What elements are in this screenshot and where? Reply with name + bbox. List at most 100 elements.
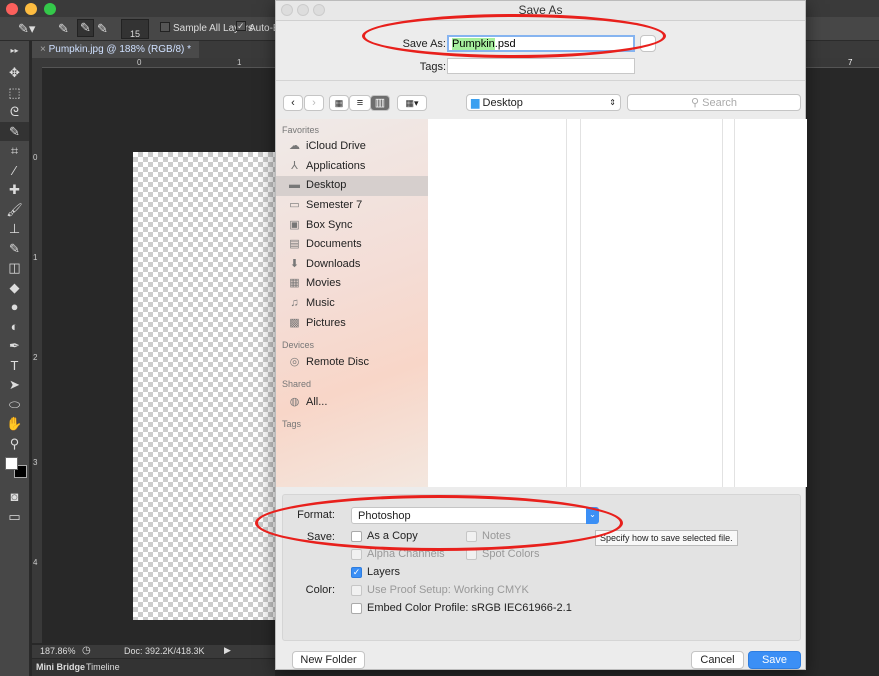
desktop-icon: ▬: [289, 179, 300, 192]
blur-tool-icon[interactable]: ●: [0, 297, 29, 317]
sidebar-item-icloud-drive[interactable]: ☁ iCloud Drive: [276, 137, 428, 157]
screen-mode-icon[interactable]: ▭: [0, 507, 29, 527]
tools-panel: ▸▸ ✥ ⬚ ᘓ ✎ ⌗ ⁄ ✚ 🖌 ⊥ ✎ ◫ ◆ ● ◐ ✒ T ➤ ⬭ ✋…: [0, 41, 30, 676]
annotation-ellipse-filename: [362, 14, 666, 58]
sidebar-item-music[interactable]: ♫ Music: [276, 294, 428, 314]
crop-tool-icon[interactable]: ⌗: [0, 141, 29, 161]
pictures-icon: ▩: [289, 316, 300, 329]
brush-tool-icon[interactable]: 🖌: [0, 200, 29, 220]
network-icon: ◍: [289, 395, 300, 408]
path-selection-icon[interactable]: ➤: [0, 375, 29, 395]
sidebar: Favorites ☁ iCloud Drive ⅄ Applications ▬ Des…: [276, 119, 428, 487]
status-refresh-icon[interactable]: ◷: [82, 645, 91, 656]
zoom-tool-icon[interactable]: ⚲: [0, 434, 29, 454]
vertical-ruler: 0 1 2 3 4: [32, 58, 42, 643]
sidebar-item-all[interactable]: ◍ All...: [276, 393, 428, 413]
folder-icon: ▆: [471, 97, 480, 109]
sidebar-item-label: Remote Disc: [306, 356, 369, 369]
close-window-button[interactable]: [6, 3, 18, 15]
new-folder-button[interactable]: New Folder: [292, 651, 365, 669]
healing-tool-icon[interactable]: ✚: [0, 180, 29, 200]
doc-size: Doc: 392.2K/418.3K: [124, 646, 205, 656]
tags-input[interactable]: [447, 58, 635, 74]
quick-selection-preset-icon[interactable]: ✎▾: [18, 21, 35, 37]
annotation-ellipse-format: [255, 495, 623, 551]
sidebar-item-movies[interactable]: ▦ Movies: [276, 274, 428, 294]
sidebar-item-label: Semester 7: [306, 199, 363, 212]
cancel-button[interactable]: Cancel: [691, 651, 744, 669]
sidebar-item-documents[interactable]: ▤ Documents: [276, 235, 428, 255]
documents-icon: ▤: [289, 238, 300, 251]
sidebar-item-label: iCloud Drive: [306, 140, 366, 153]
movies-icon: ▦: [289, 277, 300, 290]
disc-icon: ◎: [289, 356, 300, 369]
sidebar-item-label: Movies: [306, 277, 341, 290]
sidebar-item-applications[interactable]: ⅄ Applications: [276, 157, 428, 177]
column-view-button[interactable]: ▥: [370, 95, 390, 111]
transparent-canvas[interactable]: [133, 152, 275, 620]
tab-mini-bridge[interactable]: Mini Bridge: [36, 662, 85, 672]
document-tab[interactable]: × Pumpkin.jpg @ 188% (RGB/8) *: [32, 41, 200, 58]
layers-checkbox[interactable]: ✓ Layers: [351, 566, 400, 578]
hand-tool-icon[interactable]: ✋: [0, 414, 29, 434]
applications-icon: ⅄: [291, 159, 298, 172]
status-bar: 187.86% ◷ Doc: 392.2K/418.3K ▶: [32, 645, 275, 658]
save-button[interactable]: Save: [748, 651, 801, 669]
quick-selection-tool-icon[interactable]: ✎: [0, 121, 29, 141]
arrange-button[interactable]: ▦▾: [397, 95, 427, 111]
minimize-window-button[interactable]: [25, 3, 37, 15]
quick-mask-icon[interactable]: ◙: [0, 487, 29, 507]
tab-timeline[interactable]: Timeline: [86, 662, 120, 672]
downloads-icon: ⬇: [289, 257, 300, 270]
subtract-selection-icon[interactable]: ✎: [97, 21, 108, 37]
eyedropper-tool-icon[interactable]: ⁄: [0, 161, 29, 181]
icon-view-button[interactable]: ▦: [329, 95, 349, 111]
sample-all-layers-checkbox[interactable]: [160, 22, 170, 32]
location-dropdown[interactable]: ▆ Desktop ⇕: [466, 94, 621, 111]
sidebar-item-label: All...: [306, 395, 328, 408]
move-tool-icon[interactable]: ✥: [0, 63, 29, 83]
sidebar-item-label: Music: [306, 297, 335, 310]
pen-tool-icon[interactable]: ✒: [0, 336, 29, 356]
sidebar-item-label: Downloads: [306, 257, 361, 270]
zoom-level[interactable]: 187.86%: [40, 646, 76, 656]
brush-size-picker[interactable]: 15: [121, 19, 149, 39]
search-icon: ⚲: [691, 97, 700, 109]
list-view-button[interactable]: ≡: [349, 95, 371, 111]
embed-color-profile-checkbox[interactable]: Embed Color Profile: sRGB IEC61966-2.1: [351, 602, 572, 614]
paint-bucket-icon[interactable]: ◆: [0, 278, 29, 298]
history-brush-icon[interactable]: ✎: [0, 239, 29, 259]
new-selection-icon[interactable]: ✎: [58, 21, 69, 37]
sidebar-item-label: Box Sync: [306, 218, 353, 231]
search-field[interactable]: ⚲ Search: [627, 94, 801, 111]
auto-enhance-checkbox[interactable]: ✓: [236, 21, 246, 31]
type-tool-icon[interactable]: T: [0, 356, 29, 376]
box-icon: ▣: [289, 218, 300, 231]
sidebar-item-downloads[interactable]: ⬇ Downloads: [276, 255, 428, 275]
sidebar-item-pictures[interactable]: ▩ Pictures: [276, 313, 428, 333]
sidebar-item-semester-7[interactable]: ▭ Semester 7: [276, 196, 428, 216]
sidebar-item-remote-disc[interactable]: ◎ Remote Disc: [276, 353, 428, 373]
lasso-tool-icon[interactable]: ᘓ: [0, 102, 29, 122]
sidebar-item-label: Desktop: [306, 179, 347, 192]
sidebar-item-box-sync[interactable]: ▣ Box Sync: [276, 215, 428, 235]
status-menu-arrow-icon[interactable]: ▶: [224, 645, 231, 656]
bottom-panel-tabs: Mini Bridge Timeline: [32, 659, 275, 676]
ellipse-tool-icon[interactable]: ⬭: [0, 395, 29, 415]
proof-setup-checkbox[interactable]: Use Proof Setup: Working CMYK: [351, 584, 529, 596]
save-as-dialog: Save As Save As: Pumpkin.psd Tags: ‹ › ▦…: [275, 0, 807, 670]
color-swatches[interactable]: [0, 453, 29, 487]
tooltip: Specify how to save selected file.: [595, 530, 738, 546]
stamp-tool-icon[interactable]: ⊥: [0, 219, 29, 239]
marquee-tool-icon[interactable]: ⬚: [0, 83, 29, 103]
forward-button[interactable]: ›: [304, 95, 324, 111]
dodge-tool-icon[interactable]: ◐: [0, 317, 29, 337]
add-to-selection-icon[interactable]: ✎: [77, 19, 94, 37]
back-button[interactable]: ‹: [283, 95, 303, 111]
tags-label: Tags:: [419, 61, 446, 73]
music-icon: ♫: [290, 297, 299, 310]
eraser-tool-icon[interactable]: ◫: [0, 258, 29, 278]
sidebar-item-desktop[interactable]: ▬ Desktop: [276, 176, 428, 196]
zoom-window-button[interactable]: [44, 3, 56, 15]
file-browser-columns[interactable]: [428, 119, 807, 487]
